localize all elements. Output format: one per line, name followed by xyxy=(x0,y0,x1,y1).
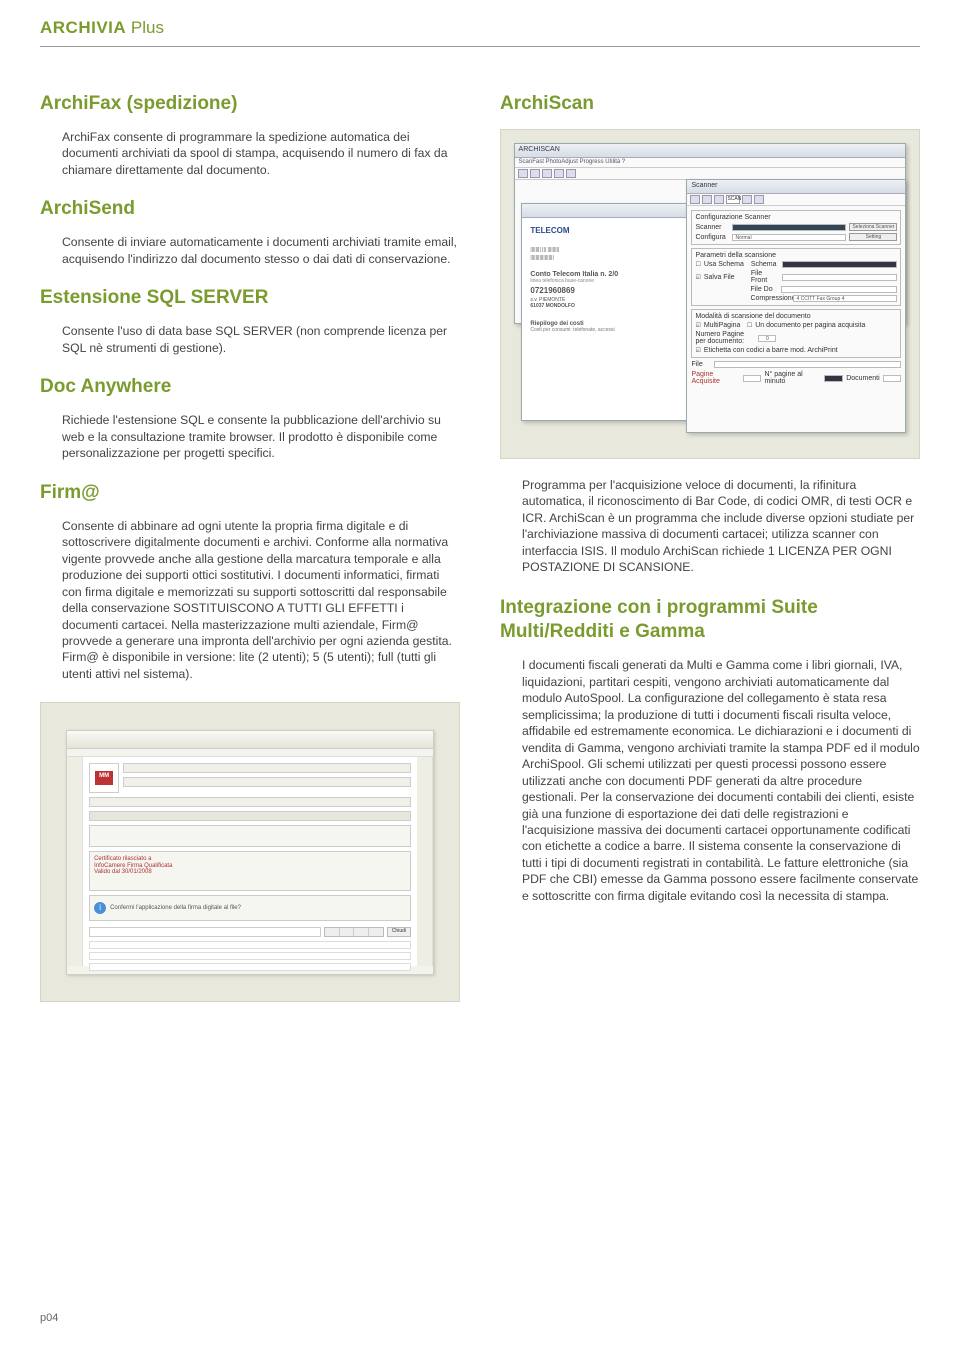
figA-normal: Normal xyxy=(732,234,846,241)
figA-scanner-lbl: Scanner xyxy=(695,224,729,231)
body-archiscan: Programma per l'acquisizione veloce di d… xyxy=(522,477,920,576)
title-archisend: ArchiSend xyxy=(40,198,460,220)
figA-schema: Schema xyxy=(751,261,779,268)
left-column: ArchiFax (spedizione) ArchiFax consente … xyxy=(40,87,460,1002)
title-integrazione: Integrazione con i programmi Suite Multi… xyxy=(500,596,920,644)
body-firm: Consente di abbinare ad ogni utente la p… xyxy=(62,518,460,683)
body-integrazione: I documenti fiscali generati da Multi e … xyxy=(522,657,920,904)
brand-bold: ARCHIVIA xyxy=(40,18,126,37)
figA-mp-desc: Un documento per pagina acquisita xyxy=(755,322,865,329)
figA-usa-schema: Usa Schema xyxy=(704,261,748,268)
figA-mp: MultiPagina xyxy=(704,322,744,329)
brand-light: Plus xyxy=(126,18,164,37)
figA-comp-val: 4 CCITT Fax Group 4 xyxy=(793,295,897,302)
figure-archiscan-screenshot: ARCHISCAN ScanFast PhotoAdjust Progress … xyxy=(500,129,920,459)
right-column: ArchiScan ARCHISCAN ScanFast PhotoAdjust… xyxy=(500,87,920,1002)
figA-params: Parametri della scansione xyxy=(695,252,897,259)
title-archifax: ArchiFax (spedizione) xyxy=(40,93,460,115)
figA-etichetta: Etichetta con codici a barre mod. ArchiP… xyxy=(704,347,838,354)
body-archifax: ArchiFax consente di programmare la sped… xyxy=(62,129,460,178)
figA-configura: Configura xyxy=(695,234,729,241)
figA-doc-city: 61037 MONDOLFO xyxy=(530,303,693,309)
figA-menu: ScanFast PhotoAdjust Progress Utilità ? xyxy=(515,158,906,168)
figA-setting: Setting xyxy=(849,233,897,241)
figA-modalita: Modalità di scansione del documento xyxy=(695,313,897,320)
figA-app-title: ARCHISCAN xyxy=(519,146,560,153)
figA-file-front: File Front xyxy=(751,270,779,284)
body-sql: Consente l'uso di data base SQL SERVER (… xyxy=(62,323,460,356)
body-archisend: Consente di inviare automaticamente i do… xyxy=(62,234,460,267)
figA-doc-conto: Conto Telecom Italia n. 2/0 xyxy=(530,271,693,278)
figA-scanner-title: Scanner xyxy=(691,182,717,189)
figA-comp: Compressione xyxy=(750,295,790,302)
figure-firm-screenshot: MM Certificato rilasciato aInfoCamere Fi… xyxy=(40,702,460,1002)
figA-pag-acq: Pagine Acquisite xyxy=(691,371,739,385)
figA-salva: Salva File xyxy=(704,274,748,281)
page-columns: ArchiFax (spedizione) ArchiFax consente … xyxy=(0,87,960,1002)
title-docanywhere: Doc Anywhere xyxy=(40,376,460,398)
title-archiscan: ArchiScan xyxy=(500,93,920,115)
figA-file-do: File Do xyxy=(750,286,778,293)
figA-cfg: Configurazione Scanner xyxy=(695,214,897,221)
page-number: p04 xyxy=(40,1312,58,1324)
figA-np-val: 0 xyxy=(758,335,776,342)
figA-doc-costi: Costi per consumi: telefonate, accessi xyxy=(530,327,693,333)
page-header: ARCHIVIA Plus xyxy=(40,0,920,47)
title-firm: Firm@ xyxy=(40,482,460,504)
body-docanywhere: Richiede l'estensione SQL e consente la … xyxy=(62,412,460,461)
figA-doc-num: 0721960869 xyxy=(530,286,693,295)
figA-np: Numero Pagine per documento: xyxy=(695,331,755,345)
figA-doc-telecom: TELECOM xyxy=(530,226,693,235)
figA-file-lbl: File xyxy=(691,361,711,368)
title-sql: Estensione SQL SERVER xyxy=(40,287,460,309)
figA-sel-scanner: Seleziona Scanner xyxy=(849,223,897,231)
figA-documenti: Documenti xyxy=(846,375,879,382)
figA-pag-min: N° pagine al minuto xyxy=(764,371,821,385)
